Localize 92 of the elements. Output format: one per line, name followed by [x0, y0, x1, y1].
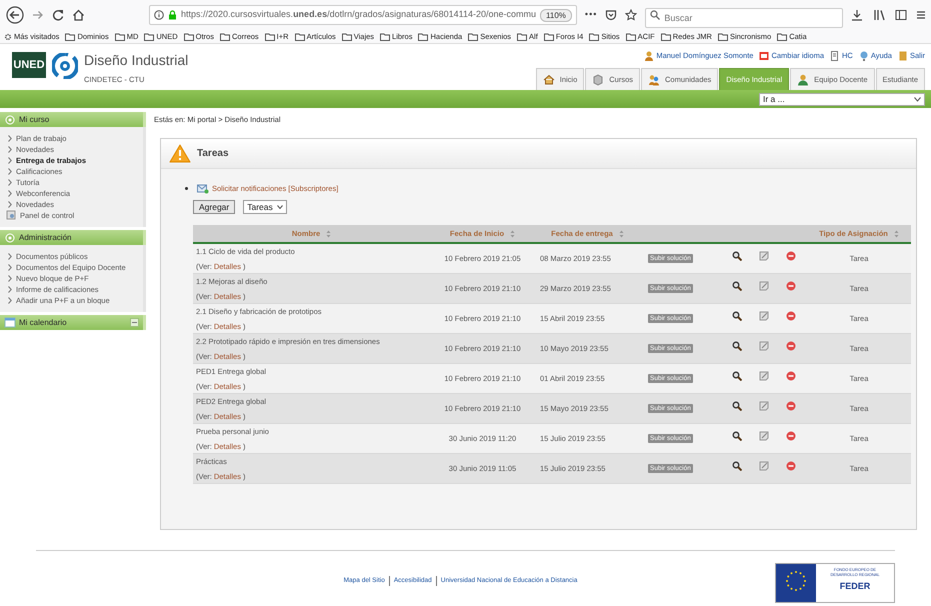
delete-icon[interactable] [786, 430, 796, 441]
edit-icon[interactable] [759, 400, 769, 411]
tab-icon [797, 74, 810, 86]
home-icon[interactable] [72, 9, 85, 21]
panel-icon [6, 210, 16, 220]
mail-icon [197, 184, 209, 194]
delete-icon[interactable] [786, 250, 796, 261]
folder-icon [468, 32, 478, 40]
logo-icon [52, 53, 78, 79]
chevron-down-icon [276, 205, 283, 210]
section-icon [4, 232, 16, 243]
library-icon[interactable] [873, 9, 885, 21]
bullet-icon [185, 187, 188, 190]
folder-icon [65, 32, 76, 40]
edit-icon[interactable] [759, 340, 769, 351]
tab-icon [592, 74, 604, 86]
type-select[interactable]: Tareas [243, 200, 287, 214]
search-icon[interactable] [732, 430, 742, 441]
reload-icon[interactable] [52, 9, 64, 21]
goto-select[interactable]: Ir a ... [759, 92, 925, 106]
url-text: https://2020.cursosvirtuales.uned.es/dotlrn/grados/asignaturas/68014114-20/one-commu [181, 8, 536, 22]
folder-icon [418, 32, 428, 40]
folder-icon [777, 32, 788, 40]
edit-icon[interactable] [759, 280, 769, 291]
delete-icon[interactable] [786, 310, 796, 321]
folder-icon [544, 32, 554, 40]
edit-icon[interactable] [759, 310, 769, 321]
user-link-icon [898, 51, 908, 61]
edit-icon[interactable] [759, 250, 769, 261]
folder-icon [718, 32, 728, 40]
delete-icon[interactable] [786, 400, 796, 411]
delete-icon[interactable] [786, 340, 796, 351]
user-link-icon [759, 51, 770, 61]
edit-icon[interactable] [759, 430, 769, 441]
tab-icon [648, 74, 660, 86]
feder-text: FEDER [840, 580, 870, 593]
delete-icon[interactable] [786, 280, 796, 291]
folder-icon [660, 32, 671, 40]
star-icon[interactable] [625, 9, 638, 21]
more-button[interactable]: ••• [584, 8, 598, 22]
sidebar-icon[interactable] [895, 9, 907, 21]
folder-icon [517, 32, 528, 40]
eu-flag-icon [776, 564, 816, 602]
user-link-icon [644, 51, 654, 61]
tab-icon [542, 74, 555, 86]
search-icon[interactable] [732, 250, 742, 261]
search-icon[interactable] [732, 370, 742, 381]
folder-icon [589, 32, 600, 40]
add-button[interactable]: Agregar [193, 200, 236, 214]
section-icon [4, 317, 16, 328]
folder-icon [220, 32, 230, 40]
logo-badge: UNED [12, 52, 46, 78]
site-title: Diseño Industrial [84, 52, 188, 68]
back-icon[interactable] [6, 6, 24, 24]
folder-icon [184, 32, 194, 40]
search-icon[interactable] [732, 460, 742, 471]
sidebar-header: Mi curso [0, 112, 146, 127]
folder-icon [144, 32, 154, 40]
gear-icon [4, 32, 12, 40]
search-field[interactable]: Buscar [645, 8, 843, 28]
sidebar-header: Mi calendario [0, 315, 146, 330]
warning-icon [169, 144, 191, 163]
sidebar-header: Administración [0, 230, 146, 245]
edit-icon[interactable] [759, 460, 769, 471]
search-icon[interactable] [732, 280, 742, 291]
delete-icon[interactable] [786, 370, 796, 381]
address-bar[interactable]: https://2020.cursosvirtuales.uned.es/dotlrn/grados/asignaturas/68014114-20/one-commu 110% [149, 5, 577, 25]
search-icon[interactable] [732, 340, 742, 351]
forward-icon[interactable] [32, 9, 44, 21]
folder-icon [342, 32, 352, 40]
info-icon [154, 10, 164, 20]
delete-icon[interactable] [786, 460, 796, 471]
chevron-down-icon [914, 96, 921, 102]
search-icon [650, 10, 660, 20]
folder-icon [114, 32, 125, 40]
user-link-icon [830, 51, 840, 61]
section-icon [4, 114, 16, 125]
folder-icon [626, 32, 636, 40]
pocket-icon[interactable] [605, 9, 618, 21]
download-icon[interactable] [851, 9, 863, 21]
collapse-icon[interactable] [130, 318, 139, 327]
user-link-icon [858, 51, 869, 61]
search-icon[interactable] [732, 400, 742, 411]
zoom-badge[interactable]: 110% [540, 8, 572, 22]
folder-icon [294, 32, 305, 40]
edit-icon[interactable] [759, 370, 769, 381]
search-icon[interactable] [732, 310, 742, 321]
lock-icon [168, 10, 177, 20]
folder-icon [264, 32, 275, 40]
menu-icon[interactable] [917, 9, 925, 21]
panel-title: Tareas [197, 147, 229, 161]
folder-icon [380, 32, 390, 40]
